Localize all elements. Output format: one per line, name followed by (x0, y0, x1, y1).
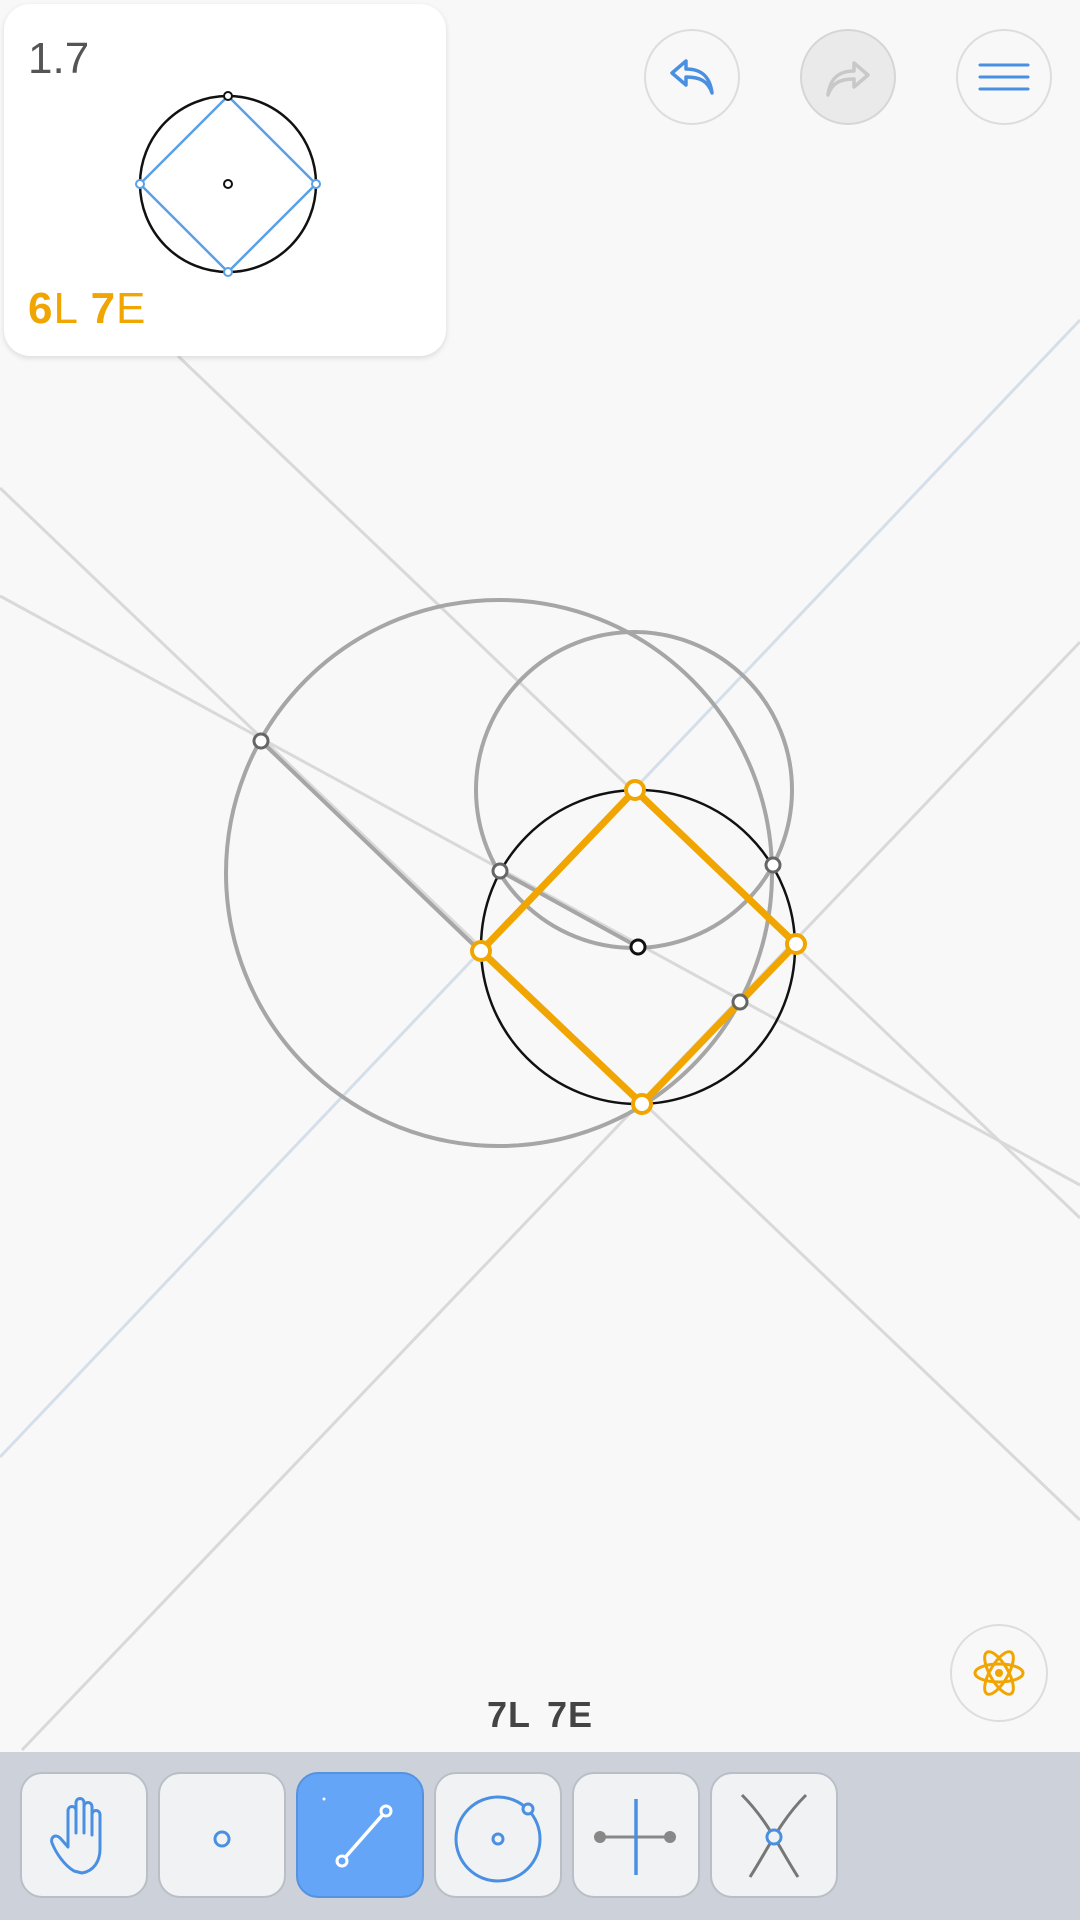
undo-button[interactable] (644, 29, 740, 125)
intersection-point[interactable] (764, 856, 782, 874)
square-vertex[interactable] (624, 779, 646, 801)
circle-center-point[interactable] (629, 938, 647, 956)
preview-vertex (223, 267, 233, 277)
hand-icon (50, 1797, 102, 1875)
preview-vertex (135, 179, 145, 189)
intersection-point[interactable] (731, 993, 749, 1011)
move-count-euclid: 7E (546, 1694, 594, 1735)
intersection-point[interactable] (491, 862, 509, 880)
tool-line[interactable] (296, 1772, 424, 1898)
tool-point[interactable] (158, 1772, 286, 1898)
goal-euclid-unit: E (116, 284, 147, 333)
atom-icon (973, 1650, 1025, 1696)
line-icon (322, 1797, 393, 1868)
construction-segment[interactable] (259, 739, 482, 953)
tool-bar (0, 1752, 1080, 1920)
circle-icon (454, 1795, 542, 1883)
level-card[interactable]: 1.7 6L 7E (4, 4, 446, 356)
move-count-lines: 7L (486, 1694, 531, 1735)
goal-lines-unit: L (53, 284, 78, 333)
goal-lines-value: 6 (28, 284, 54, 333)
undo-icon (670, 59, 714, 95)
intersection-point[interactable] (252, 732, 270, 750)
tool-circle[interactable] (434, 1772, 562, 1898)
tool-perpendicular-bisector[interactable] (572, 1772, 700, 1898)
perpendicular-bisector-icon (594, 1799, 676, 1875)
preview-vertex (223, 91, 233, 101)
level-number: 1.7 (28, 34, 90, 83)
menu-button[interactable] (956, 29, 1052, 125)
redo-button[interactable] (800, 29, 896, 125)
move-counter: 7L 7E (0, 1694, 1080, 1736)
point-icon (213, 1830, 231, 1848)
menu-icon (978, 63, 1030, 91)
preview-vertex (311, 179, 321, 189)
goal-euclid-value: 7 (90, 284, 117, 333)
square-vertex[interactable] (785, 933, 807, 955)
level-preview (135, 91, 321, 277)
level-goals: 6L 7E (28, 284, 146, 334)
square-vertex[interactable] (470, 940, 492, 962)
intersect-icon (740, 1793, 808, 1878)
tool-move[interactable] (20, 1772, 148, 1898)
preview-center (223, 179, 233, 189)
construction-line[interactable] (20, 640, 1080, 1752)
square-vertex[interactable] (631, 1093, 653, 1115)
tool-intersect[interactable] (710, 1772, 838, 1898)
redo-icon (826, 61, 870, 97)
